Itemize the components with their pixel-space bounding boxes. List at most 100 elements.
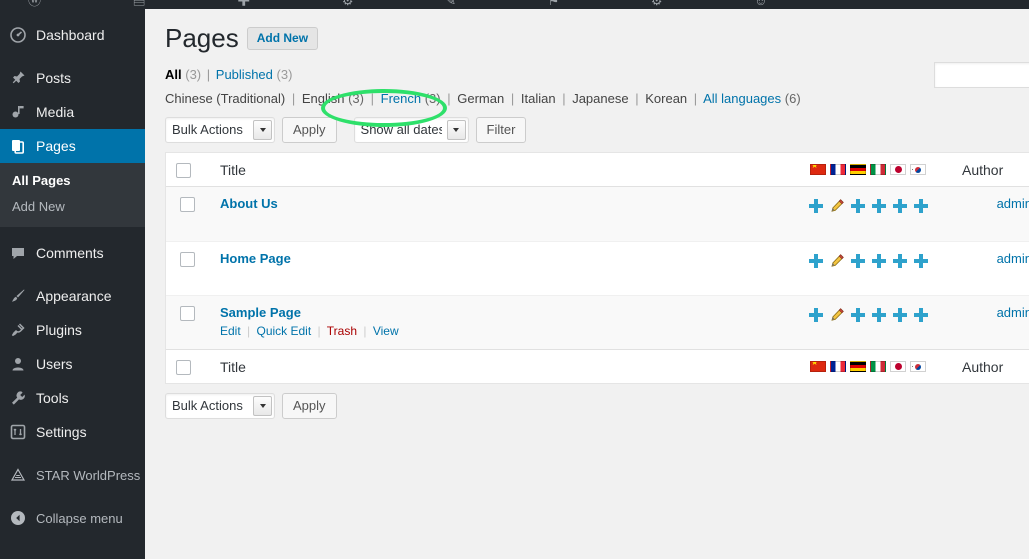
sidebar-item-media[interactable]: Media	[0, 95, 145, 129]
row-action-edit[interactable]: Edit	[220, 324, 241, 338]
row-action-view[interactable]: View	[373, 324, 399, 338]
italy-flag[interactable]	[870, 361, 886, 372]
sidebar-subitem-all-pages[interactable]: All Pages	[0, 168, 145, 194]
page-title: Pages	[165, 23, 239, 53]
language-filter-german[interactable]: German	[457, 91, 504, 106]
plus-icon[interactable]	[871, 198, 887, 214]
brush-icon	[10, 288, 36, 304]
column-footer-author[interactable]: Author	[952, 349, 1029, 383]
sidebar-item-plugins[interactable]: Plugins	[0, 313, 145, 347]
language-filter-chinese-traditional[interactable]: Chinese (Traditional)	[165, 91, 285, 106]
status-filter-separator: |	[206, 67, 211, 82]
add-new-button[interactable]: Add New	[246, 26, 319, 50]
content-area: Pages Add New All (3) | Published (3) Ch…	[145, 9, 1029, 559]
status-filter-published[interactable]: Published	[216, 67, 273, 82]
italy-flag[interactable]	[870, 164, 886, 175]
language-filter-all-languages-count: (6)	[784, 91, 801, 106]
plus-icon[interactable]	[808, 307, 824, 323]
language-filter-all-languages[interactable]: All languages	[703, 91, 781, 106]
sidebar-item-star-worldpress[interactable]: STAR WorldPress	[0, 458, 145, 492]
plus-icon[interactable]	[913, 198, 929, 214]
sidebar-item-pages[interactable]: Pages	[0, 129, 153, 163]
china-flag[interactable]	[810, 361, 826, 372]
language-filter-french[interactable]: French	[381, 91, 421, 106]
plus-icon[interactable]	[913, 253, 929, 269]
plus-icon[interactable]	[808, 253, 824, 269]
row-checkbox-cell	[166, 241, 210, 295]
column-header-author[interactable]: Author	[952, 153, 1029, 187]
row-checkbox[interactable]	[180, 306, 195, 322]
dates-select[interactable]: Show all dates	[353, 117, 469, 143]
author-link[interactable]: admin	[997, 251, 1029, 266]
bulk-actions-select-bottom[interactable]: Bulk Actions	[165, 393, 275, 419]
column-footer-title[interactable]: Title	[210, 349, 800, 383]
sidebar-item-settings[interactable]: Settings	[0, 415, 145, 449]
bulk-actions-select-wrapper-bottom: Bulk Actions	[165, 393, 275, 419]
plus-icon[interactable]	[892, 198, 908, 214]
pencil-icon[interactable]	[829, 198, 845, 214]
search-input[interactable]	[934, 62, 1029, 88]
select-all-checkbox-bottom[interactable]	[176, 359, 191, 375]
language-actions-strip	[808, 305, 942, 323]
column-header-title[interactable]: Title	[210, 153, 800, 187]
language-filter-separator: |	[510, 91, 515, 106]
row-checkbox[interactable]	[180, 252, 195, 268]
page-title-link[interactable]: About Us	[220, 196, 278, 211]
plus-icon[interactable]	[850, 307, 866, 323]
author-link[interactable]: admin	[997, 196, 1029, 211]
sidebar-item-collapse-menu[interactable]: Collapse menu	[0, 501, 145, 535]
admin-sidebar-menu: Dashboard Posts Media Pages All Pages Ad…	[0, 9, 153, 559]
status-filter-all[interactable]: All	[165, 67, 182, 82]
comment-icon	[10, 245, 36, 261]
plus-icon[interactable]	[913, 307, 929, 323]
japan-flag[interactable]	[890, 164, 906, 175]
germany-flag[interactable]	[850, 164, 866, 175]
language-filter-japanese[interactable]: Japanese	[572, 91, 628, 106]
page-title-link[interactable]: Home Page	[220, 251, 291, 266]
plus-icon[interactable]	[892, 307, 908, 323]
select-all-header	[166, 153, 210, 187]
plug-icon	[10, 322, 36, 338]
sidebar-item-dashboard[interactable]: Dashboard	[0, 18, 145, 52]
france-flag[interactable]	[830, 164, 846, 175]
korea-flag[interactable]	[910, 164, 926, 175]
status-filter-links: All (3) | Published (3)	[165, 66, 1009, 84]
page-title-link[interactable]: Sample Page	[220, 305, 301, 320]
sidebar-item-posts[interactable]: Posts	[0, 61, 145, 95]
france-flag[interactable]	[830, 361, 846, 372]
admin-bar-icons: ⓦ ▤ ✚ ⚙ ✎ ⚑ ⚙ ☺	[28, 0, 812, 8]
select-all-checkbox-top[interactable]	[176, 162, 191, 178]
sidebar-item-users[interactable]: Users	[0, 347, 145, 381]
sidebar-subitem-add-new[interactable]: Add New	[0, 194, 145, 220]
japan-flag[interactable]	[890, 361, 906, 372]
plus-icon[interactable]	[850, 198, 866, 214]
row-checkbox[interactable]	[180, 197, 195, 213]
sidebar-item-appearance[interactable]: Appearance	[0, 279, 145, 313]
germany-flag[interactable]	[850, 361, 866, 372]
korea-flag[interactable]	[910, 361, 926, 372]
china-flag[interactable]	[810, 164, 826, 175]
plus-icon[interactable]	[892, 253, 908, 269]
sidebar-item-tools[interactable]: Tools	[0, 381, 145, 415]
apply-button-bottom[interactable]: Apply	[282, 393, 337, 419]
language-filter-italian[interactable]: Italian	[521, 91, 556, 106]
row-action-trash[interactable]: Trash	[327, 324, 357, 338]
plus-icon[interactable]	[871, 253, 887, 269]
author-link[interactable]: admin	[997, 305, 1029, 320]
row-author-cell: admin	[952, 241, 1029, 295]
sidebar-item-comments[interactable]: Comments	[0, 236, 145, 270]
plus-icon[interactable]	[808, 198, 824, 214]
apply-button-top[interactable]: Apply	[282, 117, 337, 143]
plus-icon[interactable]	[871, 307, 887, 323]
pencil-icon[interactable]	[829, 253, 845, 269]
sidebar-item-label: Tools	[36, 390, 69, 406]
pin-icon	[10, 70, 36, 86]
language-filter-korean[interactable]: Korean	[645, 91, 687, 106]
row-action-quick-edit[interactable]: Quick Edit	[257, 324, 312, 338]
bulk-actions-select[interactable]: Bulk Actions	[165, 117, 275, 143]
plus-icon[interactable]	[850, 253, 866, 269]
filter-button[interactable]: Filter	[475, 117, 527, 143]
pencil-icon[interactable]	[829, 307, 845, 323]
language-filter-english[interactable]: English	[302, 91, 345, 106]
